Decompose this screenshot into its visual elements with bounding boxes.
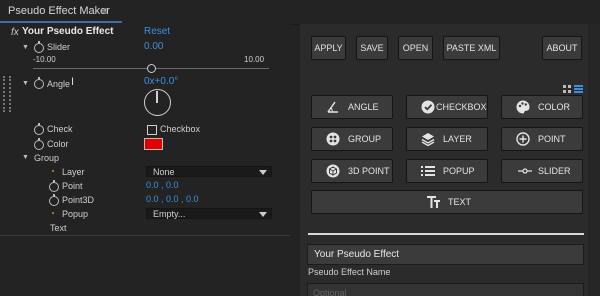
collapse-triangle-icon[interactable]: ▼	[22, 154, 29, 161]
add-3d-point-button[interactable]: 3D POINT	[311, 159, 393, 183]
add-layer-button[interactable]: LAYER	[406, 127, 488, 151]
reset-link[interactable]: Reset	[144, 26, 170, 37]
list-view-icon[interactable]	[574, 80, 583, 93]
group-icon	[326, 132, 340, 146]
add-point-label: POINT	[538, 134, 566, 144]
chevron-down-icon	[259, 212, 267, 217]
optional-field[interactable]: Optional	[307, 283, 584, 296]
angle-value[interactable]: 0x+0.0°	[144, 76, 178, 87]
checkbox-label: Checkbox	[160, 124, 201, 134]
slider-min: -10.00	[33, 55, 56, 64]
scrollbar[interactable]	[588, 24, 600, 296]
collapse-triangle-icon[interactable]: ▼	[22, 44, 29, 51]
pseudo-effect-name-input[interactable]: Your Pseudo Effect	[307, 244, 584, 265]
popup-dropdown-value: Empty...	[153, 209, 186, 219]
panel-title[interactable]: Pseudo Effect Maker	[8, 5, 110, 17]
open-button[interactable]: OPEN	[398, 36, 433, 60]
stopwatch-icon[interactable]	[34, 77, 44, 89]
effect-controls-panel: fx Your Pseudo Effect Reset ▼ Slider 0.0…	[0, 24, 290, 296]
effect-name: Your Pseudo Effect	[22, 26, 114, 37]
add-point-button[interactable]: POINT	[501, 127, 583, 151]
section-divider	[308, 233, 584, 235]
text-cursor-icon: I	[71, 76, 75, 88]
add-checkbox-label: CHECKBOX	[436, 102, 487, 112]
point-value[interactable]: 0.0 , 0.0	[146, 180, 179, 190]
stopwatch-icon[interactable]	[49, 180, 59, 192]
optional-placeholder: Optional	[313, 288, 347, 296]
stopwatch-icon[interactable]	[34, 123, 44, 135]
add-3d-point-label: 3D POINT	[348, 166, 390, 176]
point3d-label: Point3D	[62, 195, 95, 205]
color-swatch[interactable]	[144, 138, 163, 150]
popup-label: Popup	[62, 209, 89, 219]
hamburger-icon[interactable]: ≡	[101, 4, 108, 18]
plus-circle-icon	[516, 132, 530, 146]
add-popup-label: POPUP	[443, 166, 475, 176]
pseudo-effect-name-label: Pseudo Effect Name	[308, 267, 391, 277]
bullet-icon	[52, 170, 54, 172]
about-button[interactable]: ABOUT	[542, 36, 582, 60]
text-icon	[427, 196, 440, 208]
add-checkbox-button[interactable]: CHECKBOX	[406, 95, 488, 119]
list-icon	[421, 166, 435, 176]
add-group-button[interactable]: GROUP	[311, 127, 393, 151]
add-color-button[interactable]: COLOR	[501, 95, 583, 119]
stopwatch-icon[interactable]	[34, 41, 44, 53]
apply-button[interactable]: APPLY	[311, 36, 346, 60]
drag-handle-icon[interactable]	[3, 76, 11, 112]
chevron-down-icon	[259, 170, 267, 175]
color-label: Color	[47, 139, 69, 149]
cube-icon	[326, 164, 340, 178]
slider-value[interactable]: 0.00	[144, 41, 163, 52]
stopwatch-icon[interactable]	[34, 138, 44, 150]
point-label: Point	[62, 181, 83, 191]
add-group-label: GROUP	[348, 134, 382, 144]
layer-label: Layer	[62, 167, 85, 177]
panel-divider	[0, 235, 290, 236]
add-slider-button[interactable]: SLIDER	[501, 159, 583, 183]
angle-dial-needle	[156, 91, 158, 103]
add-text-label: TEXT	[448, 197, 472, 207]
bullet-icon	[52, 212, 54, 214]
add-color-label: COLOR	[538, 102, 571, 112]
active-tab-indicator	[0, 21, 122, 23]
check-circle-icon	[421, 100, 435, 114]
checkbox[interactable]	[147, 125, 157, 135]
check-label: Check	[47, 124, 73, 134]
slider-label: Slider	[47, 42, 71, 52]
add-layer-label: LAYER	[443, 134, 472, 144]
layer-dropdown[interactable]: None	[146, 166, 272, 177]
panel-header: Pseudo Effect Maker ≡	[0, 0, 600, 25]
angle-dial[interactable]	[144, 89, 171, 116]
palette-icon	[516, 100, 530, 114]
layer-dropdown-value: None	[153, 167, 175, 177]
slider-max: 10.00	[244, 55, 265, 64]
stopwatch-icon[interactable]	[49, 194, 59, 206]
angle-label: Angle	[47, 79, 71, 89]
grid-view-icon[interactable]	[563, 80, 571, 93]
angle-icon	[327, 101, 338, 113]
add-slider-label: SLIDER	[538, 166, 571, 176]
slider-icon	[518, 168, 532, 174]
text-label: Text	[50, 223, 67, 233]
point3d-value[interactable]: 0.0 , 0.0 , 0.0	[146, 194, 199, 204]
layers-icon	[421, 133, 435, 146]
save-button[interactable]: SAVE	[356, 36, 388, 60]
add-text-button[interactable]: TEXT	[311, 190, 583, 214]
add-popup-button[interactable]: POPUP	[406, 159, 488, 183]
fx-icon[interactable]: fx	[11, 27, 19, 38]
add-angle-button[interactable]: ANGLE	[311, 95, 393, 119]
paste-xml-button[interactable]: PASTE XML	[443, 36, 500, 60]
slider-thumb[interactable]	[146, 64, 156, 73]
popup-dropdown[interactable]: Empty...	[146, 208, 272, 219]
add-angle-label: ANGLE	[348, 102, 379, 112]
group-label: Group	[34, 153, 60, 163]
collapse-triangle-icon[interactable]: ▼	[22, 80, 29, 87]
